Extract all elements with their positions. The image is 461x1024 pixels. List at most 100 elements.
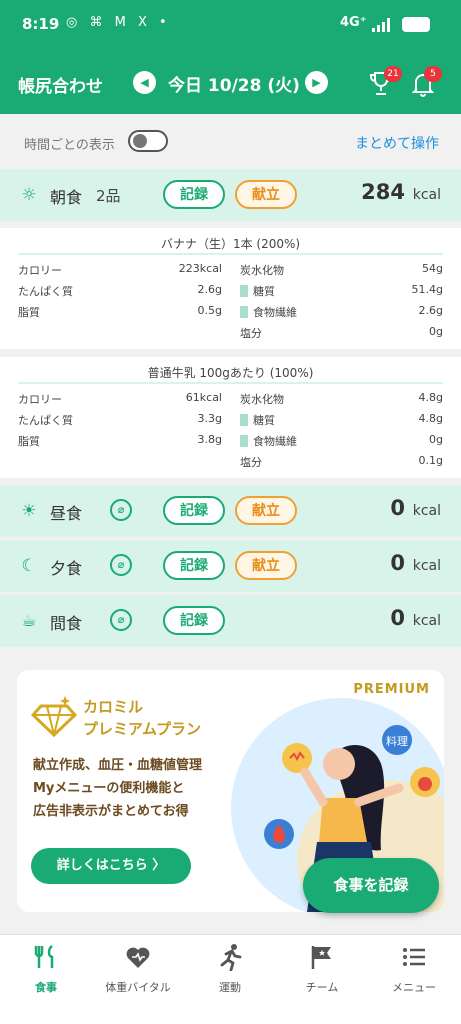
meal-snack[interactable]: ☕ 間食 ⌀ 記録 0 kcal	[0, 595, 461, 647]
no-meal-icon[interactable]: ⌀	[110, 609, 132, 631]
sub-indicator	[240, 306, 248, 318]
promo-title: カロミル プレミアムプラン	[83, 696, 201, 740]
status-bar: 8:19 ◎ ⌘ M X • 4G⁺	[0, 0, 461, 52]
sunrise-icon: ☼	[21, 185, 37, 205]
nutrient-label: カロリー	[18, 393, 62, 406]
nav-label: 食事	[35, 981, 57, 994]
nutrient-value: 61kcal	[185, 391, 222, 404]
meal-kcal: 284	[361, 180, 405, 204]
nutrient-sub-row: 食物繊維	[240, 304, 350, 320]
no-meal-icon[interactable]: ⌀	[110, 554, 132, 576]
notification-icons: ◎ ⌘ M X •	[66, 15, 171, 30]
meal-kcal: 0	[390, 496, 405, 520]
menu-button[interactable]: 献立	[235, 180, 297, 209]
nutrient-label: カロリー	[18, 264, 62, 277]
no-meal-icon[interactable]: ⌀	[110, 499, 132, 521]
record-button[interactable]: 記録	[163, 606, 225, 635]
cup-icon: ☕	[21, 611, 37, 631]
food-card[interactable]: バナナ（生）1本 (200%) カロリー 223kcal 炭水化物 54g たん…	[0, 228, 461, 349]
nutrient-sub-row: 糖質	[240, 283, 350, 299]
nav-label: 体重バイタル	[105, 981, 171, 994]
meal-kcal: 0	[390, 551, 405, 575]
bulk-action-link[interactable]: まとめて操作	[355, 133, 439, 153]
meal-name: 朝食	[50, 188, 83, 207]
next-day-button[interactable]: ▶	[305, 71, 328, 94]
nutrient-value: 0g	[429, 433, 443, 446]
nutrient-label: 食物繊維	[253, 435, 297, 448]
nutrient-label: 塩分	[240, 456, 262, 469]
flag-icon	[311, 946, 331, 969]
sub-indicator	[240, 435, 248, 447]
record-button[interactable]: 記録	[163, 180, 225, 209]
meal-name: 夕食	[50, 559, 83, 578]
nutrient-sub-row: 糖質	[240, 412, 350, 428]
nutrient-value: 3.8g	[197, 433, 222, 446]
bell-badge: 5	[424, 66, 442, 82]
battery-icon	[402, 17, 430, 32]
food-name: バナナ（生）1本 (200%)	[160, 237, 301, 251]
nav-menu[interactable]: メニュー	[368, 943, 460, 1003]
kcal-unit: kcal	[412, 613, 441, 629]
nav-weight-vital[interactable]: 体重バイタル	[92, 943, 184, 1003]
current-date[interactable]: 今日 10/28 (火)	[168, 71, 300, 96]
menu-button[interactable]: 献立	[235, 496, 297, 525]
nutrient-label: 炭水化物	[240, 264, 284, 277]
nutrient-value: 2.6g	[197, 283, 222, 296]
divider	[18, 253, 443, 255]
diamond-icon	[31, 696, 77, 738]
time-display-label: 時間ごとの表示	[24, 138, 115, 153]
food-name: 普通牛乳 100gあたり (100%)	[147, 366, 314, 380]
sub-indicator	[240, 285, 248, 297]
nutrient-label: 脂質	[18, 306, 40, 319]
nutrient-value: 0g	[429, 325, 443, 338]
menu-button[interactable]: 献立	[235, 551, 297, 580]
food-card[interactable]: 普通牛乳 100gあたり (100%) カロリー 61kcal 炭水化物 4.8…	[0, 357, 461, 478]
app-header: 帳尻合わせ ◀ 今日 10/28 (火) ▶ 21 5	[0, 52, 461, 114]
nutrient-label: 炭水化物	[240, 393, 284, 406]
heart-scale-icon	[126, 947, 150, 968]
kcal-unit: kcal	[412, 558, 441, 574]
sun-icon: ☀	[21, 501, 37, 521]
nutrient-label: 塩分	[240, 327, 262, 340]
display-options-row: 時間ごとの表示 まとめて操作	[0, 114, 461, 168]
nutrient-value: 0.5g	[197, 304, 222, 317]
nutrient-value: 2.6g	[418, 304, 443, 317]
nutrient-value: 51.4g	[411, 283, 443, 296]
runner-icon	[220, 944, 242, 971]
learn-more-button[interactable]: 詳しくはこちら 〉	[31, 848, 191, 884]
meal-breakfast[interactable]: ☼ 朝食 2品 記録 献立 284 kcal	[0, 169, 461, 221]
nav-label: メニュー	[392, 981, 436, 994]
time-display-toggle[interactable]	[128, 130, 168, 152]
nutrient-label: たんぱく質	[18, 414, 73, 427]
promo-title-line: プレミアムプラン	[83, 720, 202, 738]
nutrient-label: 脂質	[18, 435, 40, 448]
nutrient-label: 糖質	[253, 414, 275, 427]
nutrient-value: 4.8g	[418, 412, 443, 425]
record-meal-fab[interactable]: 食事を記録	[303, 858, 439, 913]
signal-icon	[372, 18, 390, 32]
nav-team[interactable]: チーム	[276, 943, 368, 1003]
promo-title-line: カロミル	[83, 698, 144, 716]
nutrient-value: 54g	[422, 262, 443, 275]
nutrient-sub-row: 食物繊維	[240, 433, 350, 449]
promo-desc-line: 献立作成、血圧・血糖値管理	[33, 758, 203, 773]
prev-day-button[interactable]: ◀	[133, 71, 156, 94]
kcal-unit: kcal	[412, 187, 441, 203]
page-title: 帳尻合わせ	[18, 77, 103, 97]
nav-exercise[interactable]: 運動	[184, 943, 276, 1003]
sub-indicator	[240, 414, 248, 426]
nutrient-label: たんぱく質	[18, 285, 73, 298]
nutrient-value: 3.3g	[197, 412, 222, 425]
meal-dinner[interactable]: ☾ 夕食 ⌀ 記録 献立 0 kcal	[0, 540, 461, 592]
trophy-button[interactable]: 21	[368, 66, 402, 98]
network-indicator: 4G⁺	[340, 15, 367, 30]
notification-button[interactable]: 5	[411, 66, 442, 98]
nav-meal[interactable]: 食事	[0, 943, 92, 1003]
nutrient-value: 0.1g	[418, 454, 443, 467]
nav-label: チーム	[305, 981, 339, 994]
record-button[interactable]: 記録	[163, 496, 225, 525]
nutrient-value: 4.8g	[418, 391, 443, 404]
toggle-knob	[133, 134, 147, 148]
record-button[interactable]: 記録	[163, 551, 225, 580]
meal-lunch[interactable]: ☀ 昼食 ⌀ 記録 献立 0 kcal	[0, 485, 461, 537]
